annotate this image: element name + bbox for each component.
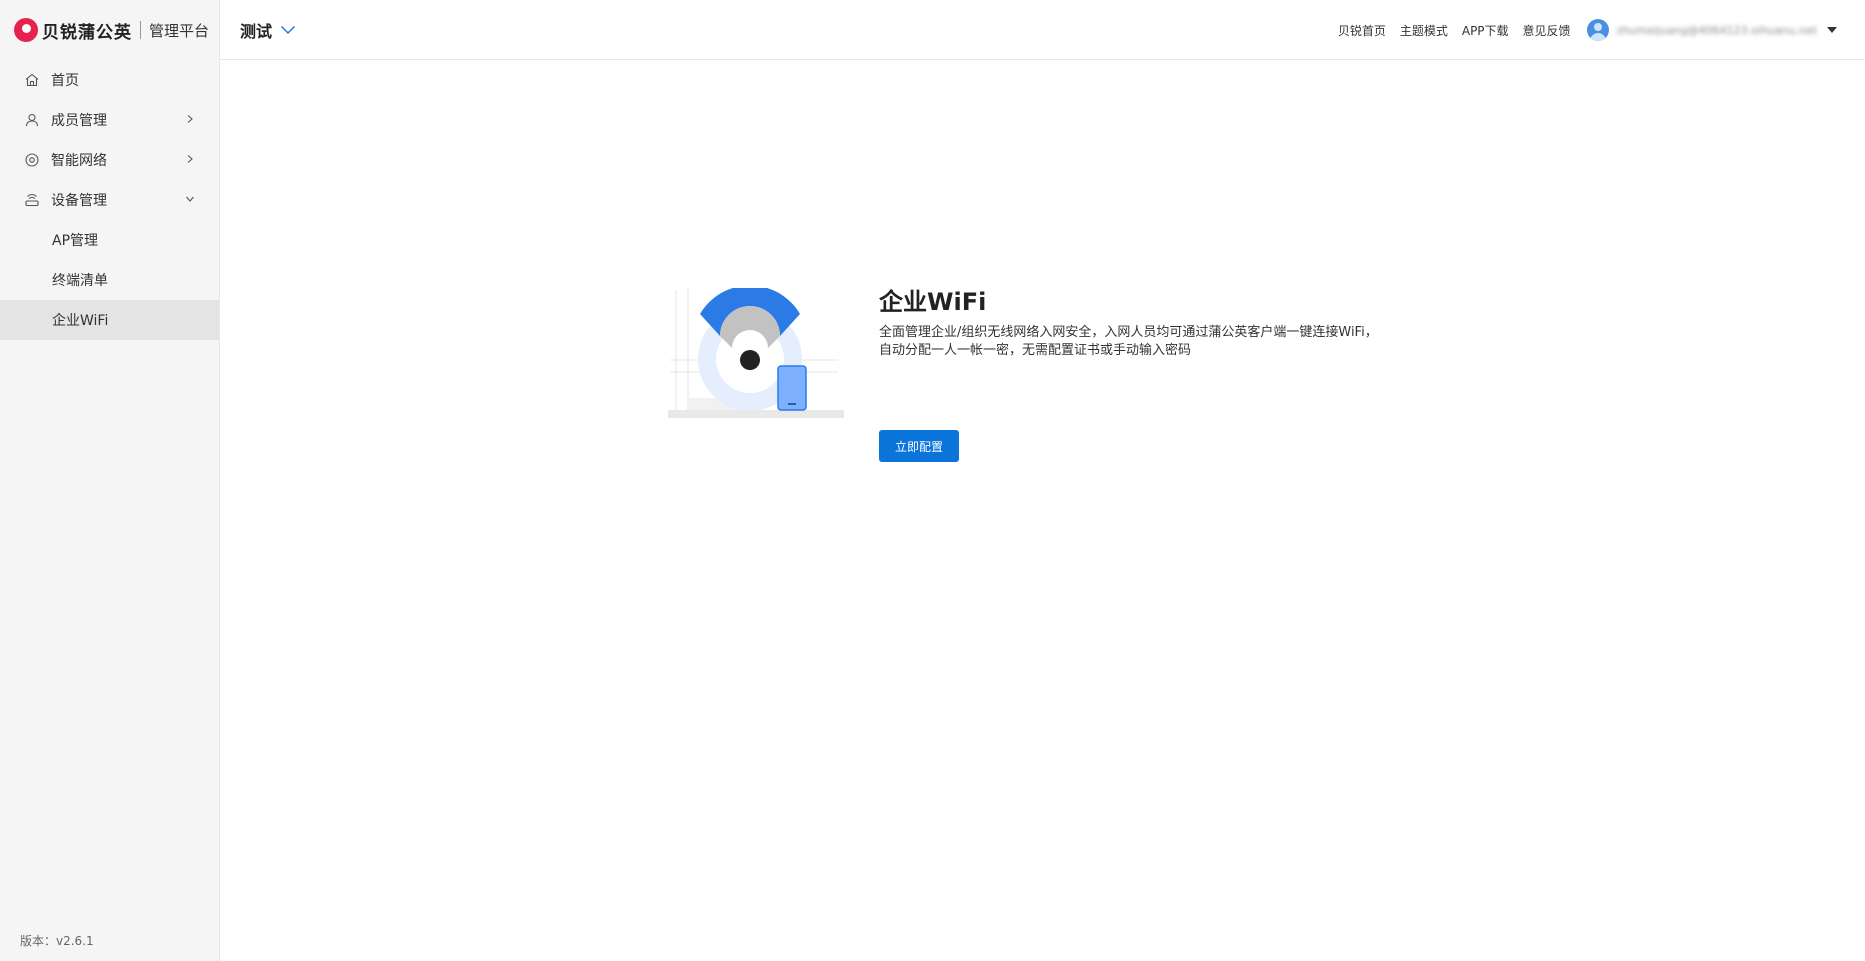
configure-now-button[interactable]: 立即配置	[879, 430, 959, 462]
chevron-right-icon	[187, 115, 193, 123]
header-links: 贝锐首页 主题模式 APP下载 意见反馈 zhumeijuang@4064123…	[1324, 0, 1837, 60]
description-line: 全面管理企业/组织无线网络入网安全，入网人员均可通过蒲公英客户端一键连接WiFi…	[879, 325, 1378, 340]
router-icon	[24, 192, 40, 208]
sidebar-item-label: 成员管理	[51, 113, 107, 129]
chevron-down-icon	[186, 196, 194, 202]
top-header: 测试 贝锐首页 主题模式 APP下载 意见反馈 zhumeijuang@4064…	[220, 0, 1865, 60]
project-name: 测试	[240, 22, 273, 41]
chevron-right-icon	[187, 155, 193, 163]
brand-subtitle: 管理平台	[149, 21, 210, 40]
sidebar-item-members[interactable]: 成员管理	[0, 100, 219, 140]
network-icon	[24, 152, 40, 168]
avatar	[1586, 19, 1609, 41]
brand-divider	[140, 21, 141, 39]
page-description: 全面管理企业/组织无线网络入网安全，入网人员均可通过蒲公英客户端一键连接WiFi…	[879, 324, 1439, 360]
sidebar-item-smart-network[interactable]: 智能网络	[0, 140, 219, 180]
user-email: zhumeijuang@4064123.oihuanu.net	[1616, 23, 1817, 37]
sidebar-item-home[interactable]: 首页	[0, 60, 219, 100]
brand[interactable]: 贝锐蒲公英 管理平台	[0, 0, 219, 60]
page-title: 企业WiFi	[879, 288, 987, 316]
sidebar-item-label: 智能网络	[51, 153, 107, 169]
sidebar-nav: 首页 成员管理 智能网络 设备管理 AP管理 终端清单 企业WiFi	[0, 60, 219, 340]
link-theme-mode[interactable]: 主题模式	[1400, 22, 1448, 39]
sidebar-item-label: 设备管理	[51, 193, 107, 209]
version-label: 版本：v2.6.1	[20, 934, 94, 948]
brand-logo-icon	[14, 18, 38, 42]
link-feedback[interactable]: 意见反馈	[1523, 22, 1571, 39]
brand-name: 贝锐蒲公英	[42, 22, 132, 43]
enterprise-wifi-illustration-icon	[668, 285, 846, 423]
link-oray-home[interactable]: 贝锐首页	[1338, 22, 1386, 39]
sidebar-subitem-ap-management[interactable]: AP管理	[0, 220, 219, 260]
chevron-down-icon	[280, 25, 296, 35]
user-icon	[24, 112, 40, 128]
description-line: 自动分配一人一帐一密，无需配置证书或手动输入密码	[879, 343, 1192, 358]
sidebar-subitem-enterprise-wifi[interactable]: 企业WiFi	[0, 300, 219, 340]
link-app-download[interactable]: APP下载	[1462, 22, 1509, 39]
sidebar: 贝锐蒲公英 管理平台 首页 成员管理 智能网络 设备管理 AP管理 终端清单 企…	[0, 0, 220, 961]
caret-down-icon	[1827, 27, 1837, 33]
sidebar-item-label: 首页	[51, 73, 79, 89]
user-menu[interactable]: zhumeijuang@4064123.oihuanu.net	[1586, 19, 1837, 41]
sidebar-subitem-terminal-list[interactable]: 终端清单	[0, 260, 219, 300]
sidebar-item-device-management[interactable]: 设备管理	[0, 180, 219, 220]
project-selector[interactable]: 测试	[240, 18, 296, 42]
home-icon	[24, 72, 40, 88]
